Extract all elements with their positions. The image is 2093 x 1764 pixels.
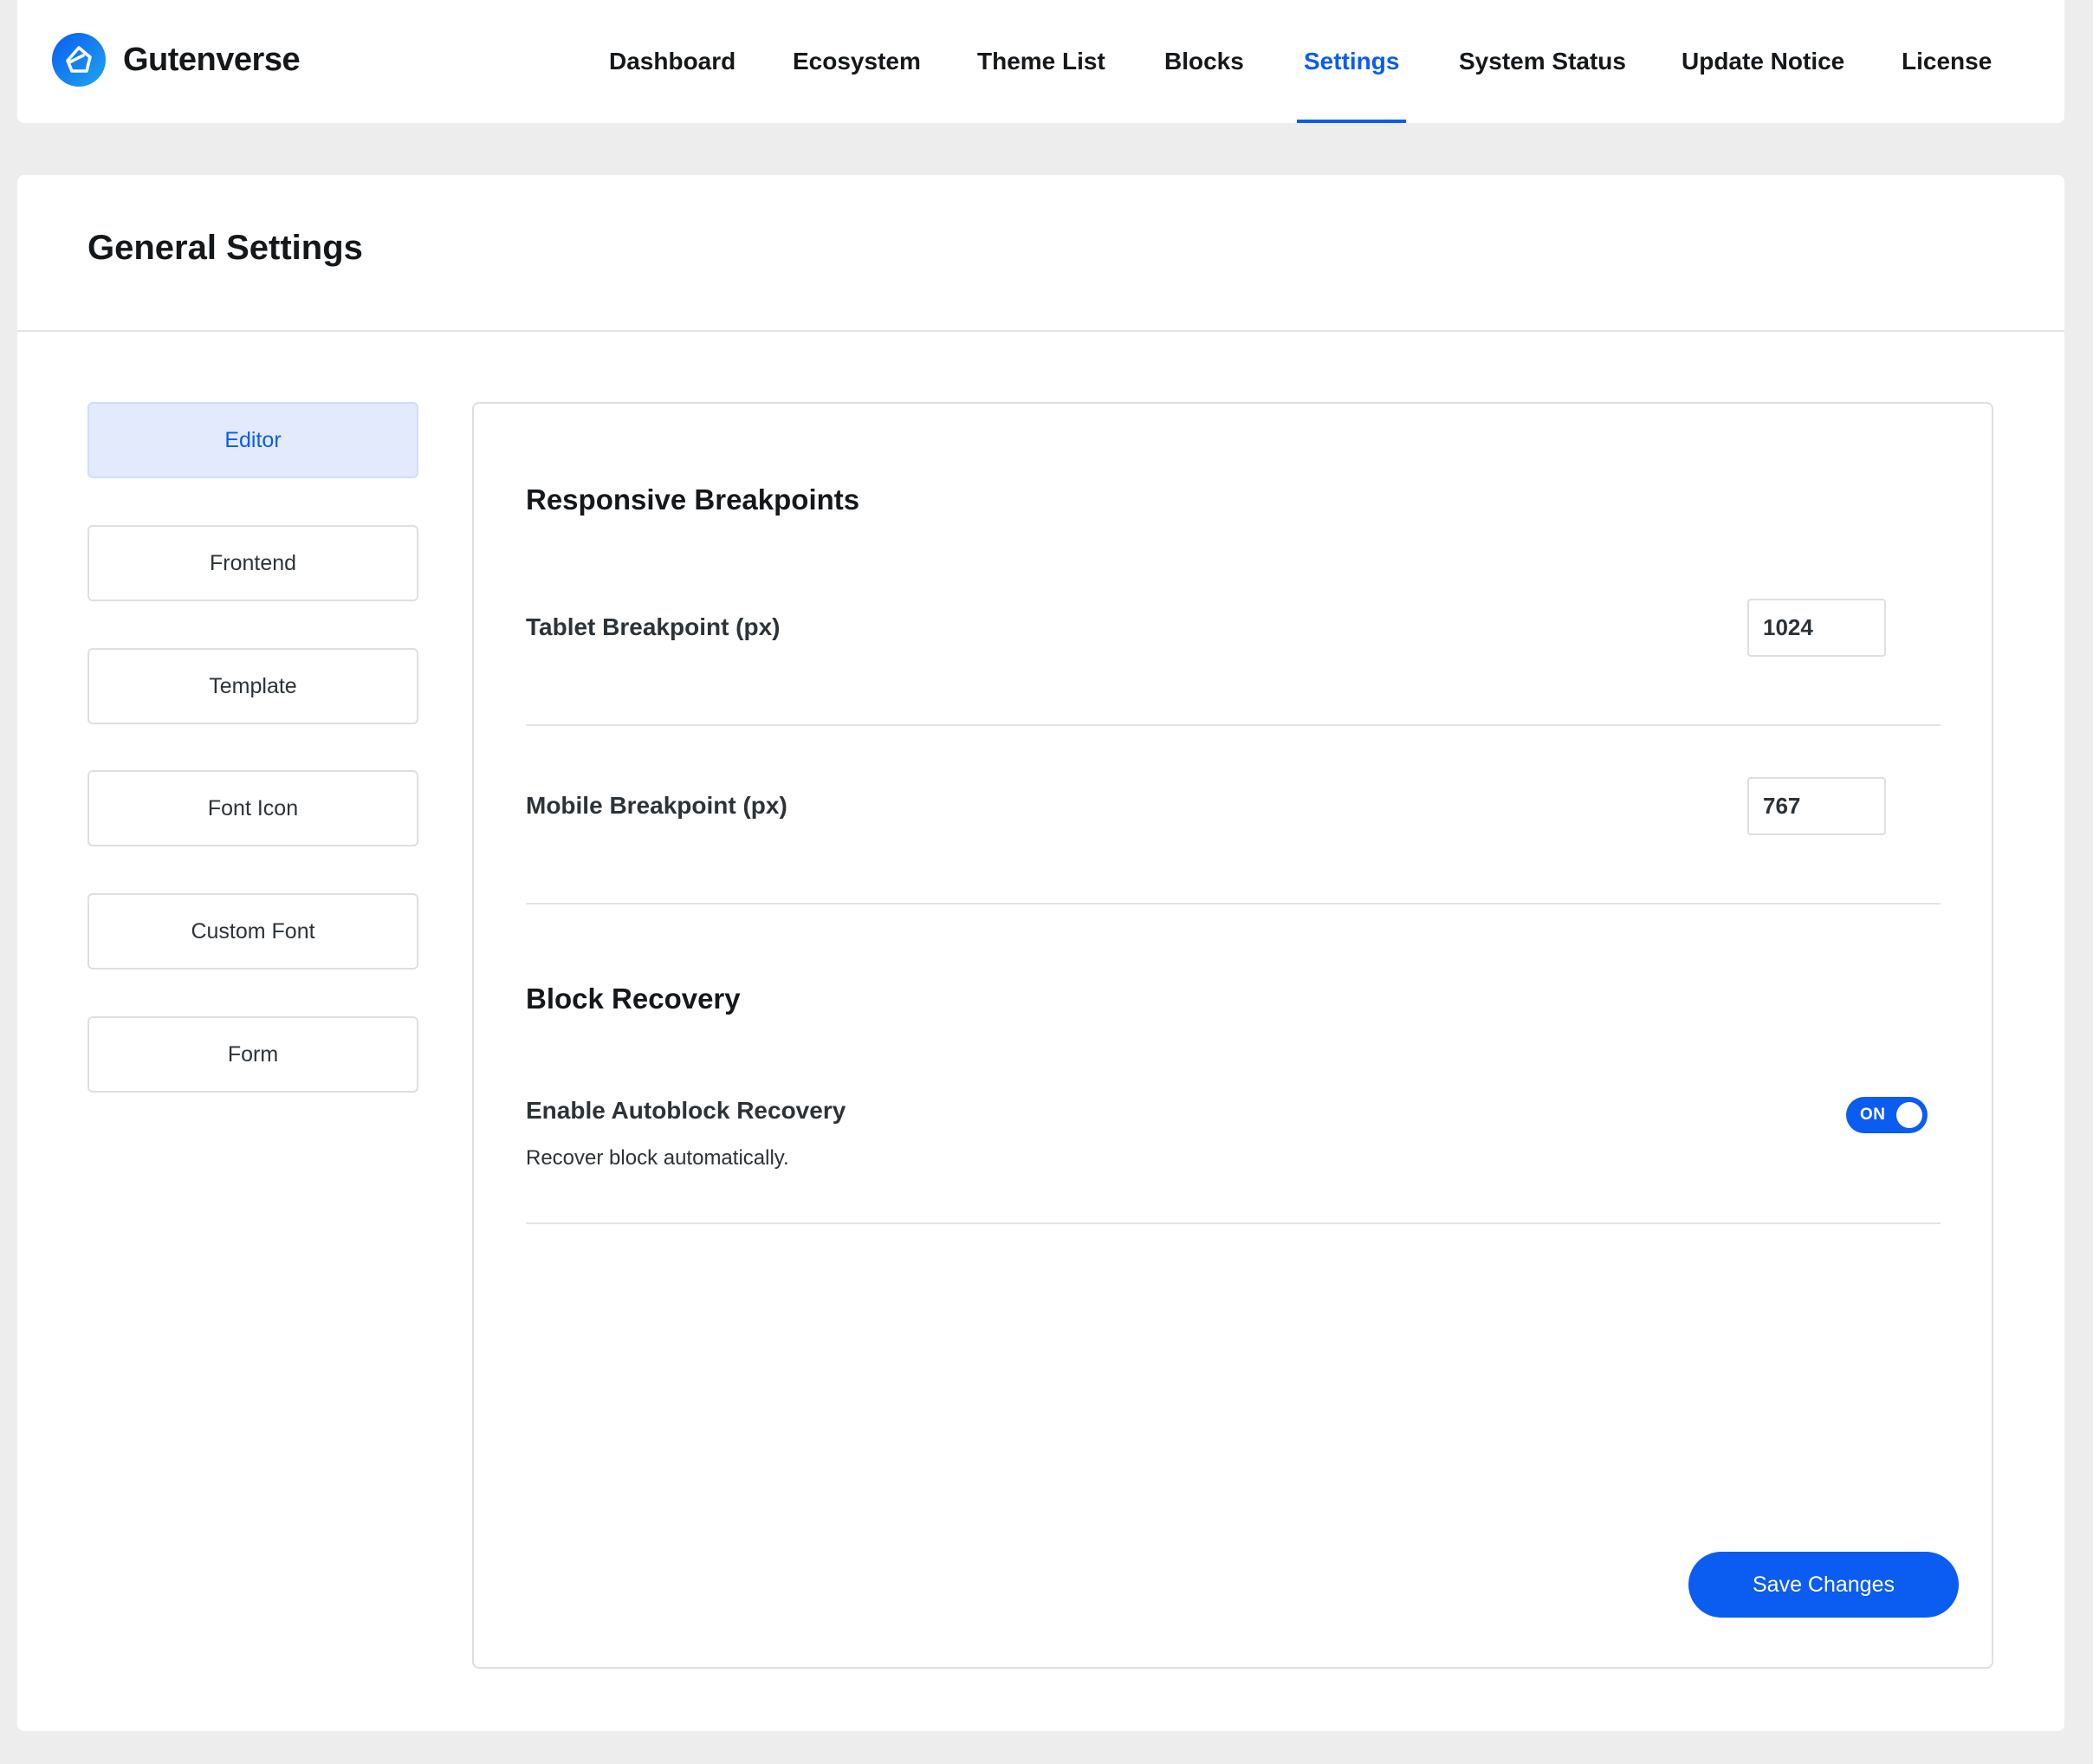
active-tab-indicator xyxy=(1297,120,1407,123)
mobile-breakpoint-label: Mobile Breakpoint (px) xyxy=(526,792,787,819)
sidebar-item-label: Custom Font xyxy=(191,918,315,944)
save-changes-button[interactable]: Save Changes xyxy=(1688,1552,1959,1618)
sidebar-item-editor[interactable]: Editor xyxy=(87,402,418,478)
nav-item-label: Update Notice xyxy=(1682,48,1845,75)
header-divider xyxy=(17,330,2064,332)
autoblock-recovery-toggle[interactable]: ON xyxy=(1846,1097,1928,1133)
mobile-breakpoint-input[interactable] xyxy=(1747,777,1886,835)
tablet-breakpoint-label: Tablet Breakpoint (px) xyxy=(526,613,781,640)
sidebar-item-label: Form xyxy=(227,1041,279,1067)
nav-item-label: Settings xyxy=(1304,48,1400,75)
nav-item-label: System Status xyxy=(1459,48,1626,75)
nav-item-label: License xyxy=(1902,48,1993,75)
tablet-breakpoint-input[interactable] xyxy=(1747,599,1886,657)
section-title-breakpoints: Responsive Breakpoints xyxy=(526,483,860,516)
toggle-state-label: ON xyxy=(1860,1106,1886,1124)
sidebar-item-custom-font[interactable]: Custom Font xyxy=(87,893,418,970)
nav-item-ecosystem[interactable]: Ecosystem xyxy=(793,0,921,123)
autoblock-recovery-label: Enable Autoblock Recovery xyxy=(526,1097,846,1124)
nav-item-theme-list[interactable]: Theme List xyxy=(977,0,1105,123)
sidebar-item-form[interactable]: Form xyxy=(87,1016,418,1093)
nav-item-label: Dashboard xyxy=(609,48,736,75)
settings-panel: General Settings Editor Frontend Templat… xyxy=(17,175,2064,1731)
top-navigation-bar: Gutenverse Dashboard Ecosystem Theme Lis… xyxy=(17,0,2064,123)
sidebar-item-font-icon[interactable]: Font Icon xyxy=(87,770,418,846)
nav-item-label: Theme List xyxy=(977,48,1105,75)
nav-item-label: Ecosystem xyxy=(793,48,921,75)
sidebar-item-label: Template xyxy=(209,673,297,698)
sidebar-item-label: Editor xyxy=(224,427,282,452)
nav-item-license[interactable]: License xyxy=(1902,0,1992,123)
main-nav: Dashboard Ecosystem Theme List Blocks Se… xyxy=(17,0,2064,123)
nav-item-system-status[interactable]: System Status xyxy=(1459,0,1626,123)
settings-content: Responsive Breakpoints Tablet Breakpoint… xyxy=(472,402,1993,1669)
row-divider xyxy=(526,903,1941,905)
nav-item-update-notice[interactable]: Update Notice xyxy=(1682,0,1844,123)
autoblock-recovery-description: Recover block automatically. xyxy=(526,1146,789,1170)
sidebar-item-label: Font Icon xyxy=(207,795,299,820)
sidebar-item-frontend[interactable]: Frontend xyxy=(87,525,418,601)
nav-item-label: Blocks xyxy=(1164,48,1244,75)
page-title: General Settings xyxy=(87,229,363,267)
nav-item-blocks[interactable]: Blocks xyxy=(1164,0,1244,123)
sidebar-item-label: Frontend xyxy=(209,550,297,575)
nav-item-dashboard[interactable]: Dashboard xyxy=(609,0,735,123)
nav-item-settings[interactable]: Settings xyxy=(1297,0,1407,123)
sidebar-item-template[interactable]: Template xyxy=(87,648,418,724)
row-divider xyxy=(526,1222,1941,1224)
toggle-knob xyxy=(1896,1102,1922,1128)
section-title-block-recovery: Block Recovery xyxy=(526,983,741,1015)
row-divider xyxy=(526,724,1941,726)
